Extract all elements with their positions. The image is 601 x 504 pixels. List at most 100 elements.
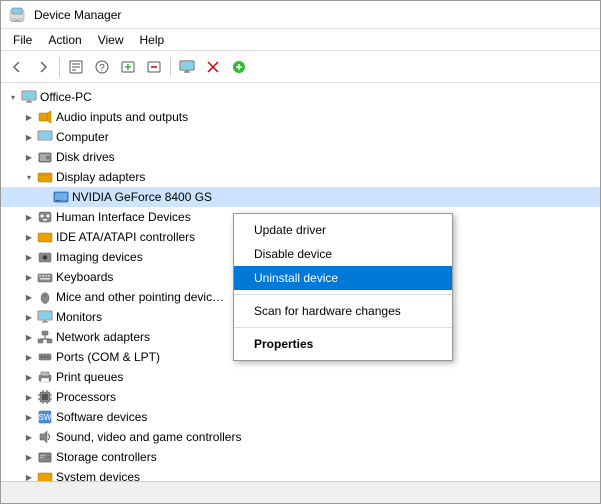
imaging-icon	[37, 249, 53, 265]
expander-processors[interactable]: ▶	[21, 389, 37, 405]
ctx-uninstall-device[interactable]: Uninstall device	[234, 266, 452, 290]
printer-icon	[37, 369, 53, 385]
tree-item-office-pc[interactable]: ▾ Office-PC	[1, 87, 600, 107]
tree-item-storage[interactable]: ▶ Storage controllers	[1, 447, 600, 467]
ctx-separator	[234, 294, 452, 295]
svg-text:?: ?	[99, 63, 105, 74]
tree-item-display-adapters[interactable]: ▾ Display adapters	[1, 167, 600, 187]
tree-item-software[interactable]: ▶ SW Software devices	[1, 407, 600, 427]
tree-label: Software devices	[56, 410, 147, 424]
tree-label: Storage controllers	[56, 450, 157, 464]
window-icon	[9, 7, 25, 23]
menu-action[interactable]: Action	[40, 31, 89, 49]
tree-item-disk[interactable]: ▶ Disk drives	[1, 147, 600, 167]
tree-label: Disk drives	[56, 150, 115, 164]
tree-label: Display adapters	[56, 170, 145, 184]
tree-item-system[interactable]: ▶ System devices	[1, 467, 600, 481]
expander-display[interactable]: ▾	[21, 169, 37, 185]
expander-keyboards[interactable]: ▶	[21, 269, 37, 285]
expander-print[interactable]: ▶	[21, 369, 37, 385]
tree-label: Computer	[56, 130, 109, 144]
scan-hardware-button[interactable]	[116, 55, 140, 79]
expander-mice[interactable]: ▶	[21, 289, 37, 305]
ports-icon	[37, 349, 53, 365]
disk-icon	[37, 149, 53, 165]
audio-icon	[37, 109, 53, 125]
ctx-properties[interactable]: Properties	[234, 332, 452, 356]
display-folder-icon	[37, 169, 53, 185]
tree-label: Imaging devices	[56, 250, 143, 264]
expander-imaging[interactable]: ▶	[21, 249, 37, 265]
expander-office-pc[interactable]: ▾	[5, 89, 21, 105]
toolbar-separator-1	[59, 57, 60, 77]
monitor-icon	[37, 309, 53, 325]
tree-item-computer[interactable]: ▶ Computer	[1, 127, 600, 147]
window-title: Device Manager	[34, 8, 121, 22]
ctx-disable-device[interactable]: Disable device	[234, 242, 452, 266]
ctx-scan-hardware[interactable]: Scan for hardware changes	[234, 299, 452, 323]
tree-label: IDE ATA/ATAPI controllers	[56, 230, 195, 244]
expander-storage[interactable]: ▶	[21, 449, 37, 465]
expander-sound[interactable]: ▶	[21, 429, 37, 445]
storage-icon	[37, 449, 53, 465]
content-area: ▾ Office-PC ▶	[1, 83, 600, 481]
tree-label: Processors	[56, 390, 116, 404]
ide-icon	[37, 229, 53, 245]
expander-network[interactable]: ▶	[21, 329, 37, 345]
software-icon: SW	[37, 409, 53, 425]
network-icon	[37, 329, 53, 345]
remove-device-button[interactable]	[201, 55, 225, 79]
expander-hid[interactable]: ▶	[21, 209, 37, 225]
tree-item-audio[interactable]: ▶ Audio inputs and outputs	[1, 107, 600, 127]
status-bar	[1, 481, 600, 503]
menu-help[interactable]: Help	[132, 31, 173, 49]
nvidia-icon	[53, 189, 69, 205]
tree-label: Office-PC	[40, 90, 92, 104]
expander-computer[interactable]: ▶	[21, 129, 37, 145]
computer-icon	[21, 89, 37, 105]
expander-software[interactable]: ▶	[21, 409, 37, 425]
expander-monitors[interactable]: ▶	[21, 309, 37, 325]
menu-bar: File Action View Help	[1, 29, 600, 51]
update-driver-button[interactable]: ?	[90, 55, 114, 79]
sound-icon	[37, 429, 53, 445]
expander-nvidia: ▶	[37, 189, 53, 205]
tree-label: Keyboards	[56, 270, 113, 284]
tree-item-print[interactable]: ▶ Print queues	[1, 367, 600, 387]
device-manager-window: Device Manager File Action View Help	[0, 0, 601, 504]
tree-label: NVIDIA GeForce 8400 GS	[72, 190, 212, 204]
hid-icon	[37, 209, 53, 225]
tree-label: Sound, video and game controllers	[56, 430, 241, 444]
processor-icon	[37, 389, 53, 405]
expander-ports[interactable]: ▶	[21, 349, 37, 365]
back-button[interactable]	[5, 55, 29, 79]
menu-file[interactable]: File	[5, 31, 40, 49]
menu-view[interactable]: View	[90, 31, 132, 49]
tree-label: Audio inputs and outputs	[56, 110, 188, 124]
tree-label: Print queues	[56, 370, 123, 384]
keyboard-icon	[37, 269, 53, 285]
uninstall-button[interactable]	[142, 55, 166, 79]
title-bar: Device Manager	[1, 1, 600, 29]
tree-item-nvidia[interactable]: ▶ NVIDIA GeForce 8400 GS	[1, 187, 600, 207]
tree-label: Monitors	[56, 310, 102, 324]
expander-system[interactable]: ▶	[21, 469, 37, 481]
toolbar: ?	[1, 51, 600, 83]
mouse-icon	[37, 289, 53, 305]
forward-button[interactable]	[31, 55, 55, 79]
add-device-button[interactable]	[227, 55, 251, 79]
tree-item-sound[interactable]: ▶ Sound, video and game controllers	[1, 427, 600, 447]
svg-text:SW: SW	[39, 413, 52, 422]
tree-label: Mice and other pointing devic…	[56, 290, 224, 304]
expander-audio[interactable]: ▶	[21, 109, 37, 125]
tree-item-processors[interactable]: ▶ Processors	[1, 387, 600, 407]
expander-disk[interactable]: ▶	[21, 149, 37, 165]
tree-label: Ports (COM & LPT)	[56, 350, 160, 364]
computer-button[interactable]	[175, 55, 199, 79]
properties-button[interactable]	[64, 55, 88, 79]
ctx-separator-2	[234, 327, 452, 328]
expander-ide[interactable]: ▶	[21, 229, 37, 245]
computer-device-icon	[37, 129, 53, 145]
ctx-update-driver[interactable]: Update driver	[234, 218, 452, 242]
tree-label: System devices	[56, 470, 140, 481]
